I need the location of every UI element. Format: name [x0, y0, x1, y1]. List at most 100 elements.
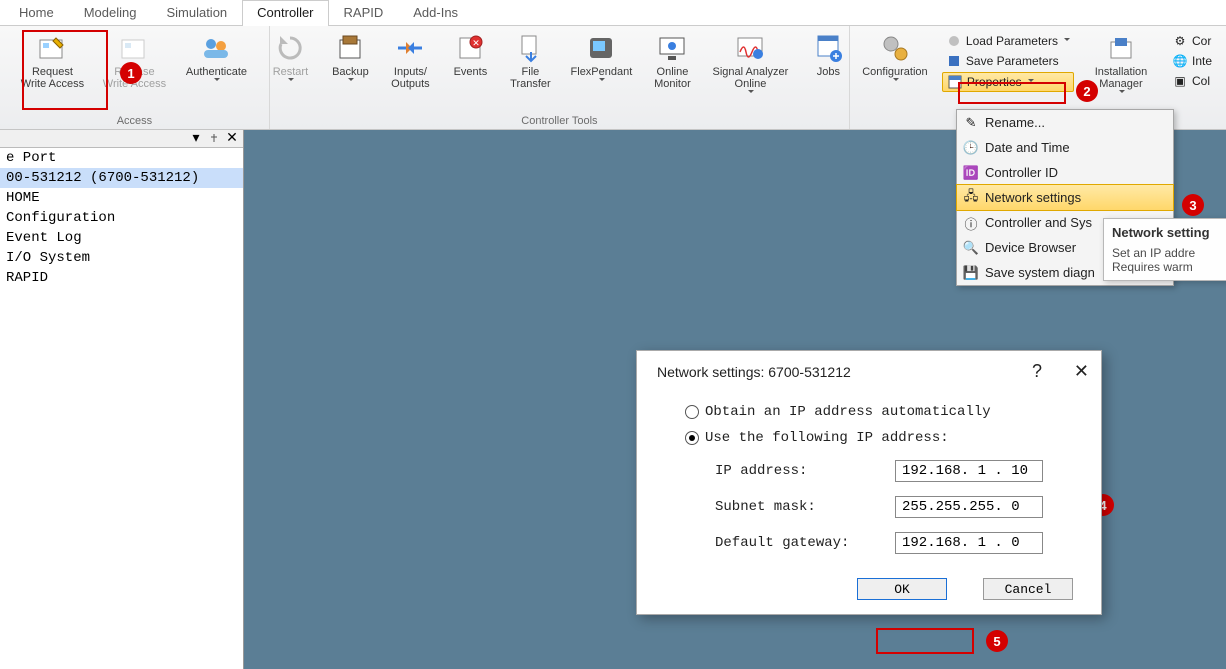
side-toolbar: ▾ ✕ [0, 130, 243, 148]
properties-label: Properties [967, 75, 1022, 89]
radio-manual-ip[interactable]: Use the following IP address: [685, 430, 1081, 446]
menu-rename[interactable]: ✎ Rename... [957, 110, 1173, 135]
tab-addins[interactable]: Add-Ins [398, 0, 473, 26]
restart-icon [274, 32, 306, 64]
radio-unchecked-icon [685, 405, 699, 419]
cancel-button[interactable]: Cancel [983, 578, 1073, 600]
authenticate-button[interactable]: Authenticate [177, 30, 255, 84]
load-params-label: Load Parameters [966, 34, 1058, 48]
access-group-label: Access [117, 115, 152, 129]
flexpendant-label: FlexPendant [571, 66, 633, 78]
release-write-access-button[interactable]: Release Write Access [95, 30, 173, 90]
signal-analyzer-button[interactable]: Signal Analyzer Online [704, 30, 796, 96]
save-parameters-button[interactable]: Save Parameters [942, 52, 1074, 70]
events-icon: ✕ [454, 32, 486, 64]
request-write-access-label: Request Write Access [21, 66, 84, 90]
restart-label: Restart [273, 66, 308, 78]
authenticate-label: Authenticate [186, 66, 247, 78]
events-button[interactable]: ✕ Events [442, 30, 498, 78]
layers-icon: ▣ [1172, 73, 1188, 89]
backup-icon [334, 32, 366, 64]
menu-controller-id[interactable]: 🆔 Controller ID [957, 160, 1173, 185]
gears-icon [879, 32, 911, 64]
tooltip-line2: Requires warm [1112, 260, 1220, 274]
menu-network-settings[interactable]: 🖧 Network settings [956, 184, 1174, 211]
network-icon: 🖧 [963, 190, 979, 206]
tab-controller[interactable]: Controller [242, 0, 328, 26]
properties-icon [947, 74, 963, 90]
monitor-icon [656, 32, 688, 64]
tab-rapid[interactable]: RAPID [329, 0, 399, 26]
signal-icon [734, 32, 766, 64]
io-icon [394, 32, 426, 64]
dialog-title: Network settings: 6700-531212 [657, 364, 851, 380]
file-transfer-icon [514, 32, 546, 64]
subnet-mask-input[interactable] [895, 496, 1043, 518]
subnet-mask-label: Subnet mask: [715, 499, 895, 515]
jobs-button[interactable]: Jobs [800, 30, 856, 78]
menu-date-time[interactable]: 🕒 Date and Time [957, 135, 1173, 160]
tooltip-line1: Set an IP addre [1112, 246, 1220, 260]
ip-address-input[interactable] [895, 460, 1043, 482]
clock-icon: 🕒 [963, 140, 979, 156]
tooltip-network-settings: Network setting Set an IP addre Requires… [1103, 218, 1226, 281]
tree-port[interactable]: e Port [0, 148, 243, 168]
dialog-help-button[interactable]: ? [1032, 361, 1042, 381]
configuration-button[interactable]: Configuration [856, 30, 934, 84]
svg-text:✕: ✕ [473, 38, 481, 48]
default-gateway-label: Default gateway: [715, 535, 895, 551]
device-icon: 🔍 [963, 240, 979, 256]
flexpendant-icon [585, 32, 617, 64]
file-transfer-label: File Transfer [510, 66, 551, 90]
users-icon [200, 32, 232, 64]
world-icon: 🌐 [1172, 53, 1188, 69]
cor-button[interactable]: ⚙Cor [1168, 32, 1216, 50]
tree-io-system[interactable]: I/O System [0, 248, 243, 268]
properties-button[interactable]: Properties [942, 72, 1074, 92]
pin-icon[interactable] [207, 132, 221, 146]
tree-configuration[interactable]: Configuration [0, 208, 243, 228]
tooltip-title: Network setting [1112, 225, 1220, 240]
signal-analyzer-label: Signal Analyzer Online [713, 66, 789, 90]
inte-button[interactable]: 🌐Inte [1168, 52, 1216, 70]
file-transfer-button[interactable]: File Transfer [502, 30, 558, 90]
io-label: Inputs/ Outputs [391, 66, 430, 90]
load-parameters-button[interactable]: Load Parameters [942, 32, 1074, 50]
default-gateway-input[interactable] [895, 532, 1043, 554]
controller-write-icon [36, 32, 68, 64]
flexpendant-button[interactable]: FlexPendant [562, 30, 640, 84]
tab-modeling[interactable]: Modeling [69, 0, 152, 26]
tab-home[interactable]: Home [4, 0, 69, 26]
ip-address-label: IP address: [715, 463, 895, 479]
io-button[interactable]: Inputs/ Outputs [382, 30, 438, 90]
tree-home[interactable]: HOME [0, 188, 243, 208]
tree-controller-node[interactable]: 00-531212 (6700-531212) [0, 168, 243, 188]
tree-event-log[interactable]: Event Log [0, 228, 243, 248]
radio-checked-icon [685, 431, 699, 445]
dialog-close-button[interactable]: ✕ [1074, 361, 1089, 381]
restart-button[interactable]: Restart [262, 30, 318, 84]
backup-label: Backup [332, 66, 369, 78]
online-monitor-button[interactable]: Online Monitor [644, 30, 700, 90]
ok-button[interactable]: OK [857, 578, 947, 600]
save-icon [946, 53, 962, 69]
save-diag-icon: 💾 [963, 265, 979, 281]
tree-rapid[interactable]: RAPID [0, 268, 243, 288]
configuration-label: Configuration [862, 66, 927, 78]
request-write-access-button[interactable]: Request Write Access [13, 30, 91, 90]
radio-auto-ip[interactable]: Obtain an IP address automatically [685, 404, 1081, 420]
info-icon: ⓘ [963, 215, 979, 231]
dropdown-icon[interactable]: ▾ [189, 132, 203, 146]
install-mgr-icon [1105, 32, 1137, 64]
online-monitor-label: Online Monitor [654, 66, 691, 90]
backup-button[interactable]: Backup [322, 30, 378, 84]
col-button[interactable]: ▣Col [1168, 72, 1216, 90]
rename-icon: ✎ [963, 115, 979, 131]
ribbon-tabs: Home Modeling Simulation Controller RAPI… [0, 0, 1226, 26]
install-mgr-label: Installation Manager [1095, 66, 1148, 90]
installation-manager-button[interactable]: Installation Manager [1082, 30, 1160, 96]
tab-simulation[interactable]: Simulation [151, 0, 242, 26]
close-icon[interactable]: ✕ [225, 132, 239, 146]
jobs-label: Jobs [817, 66, 840, 78]
id-icon: 🆔 [963, 165, 979, 181]
